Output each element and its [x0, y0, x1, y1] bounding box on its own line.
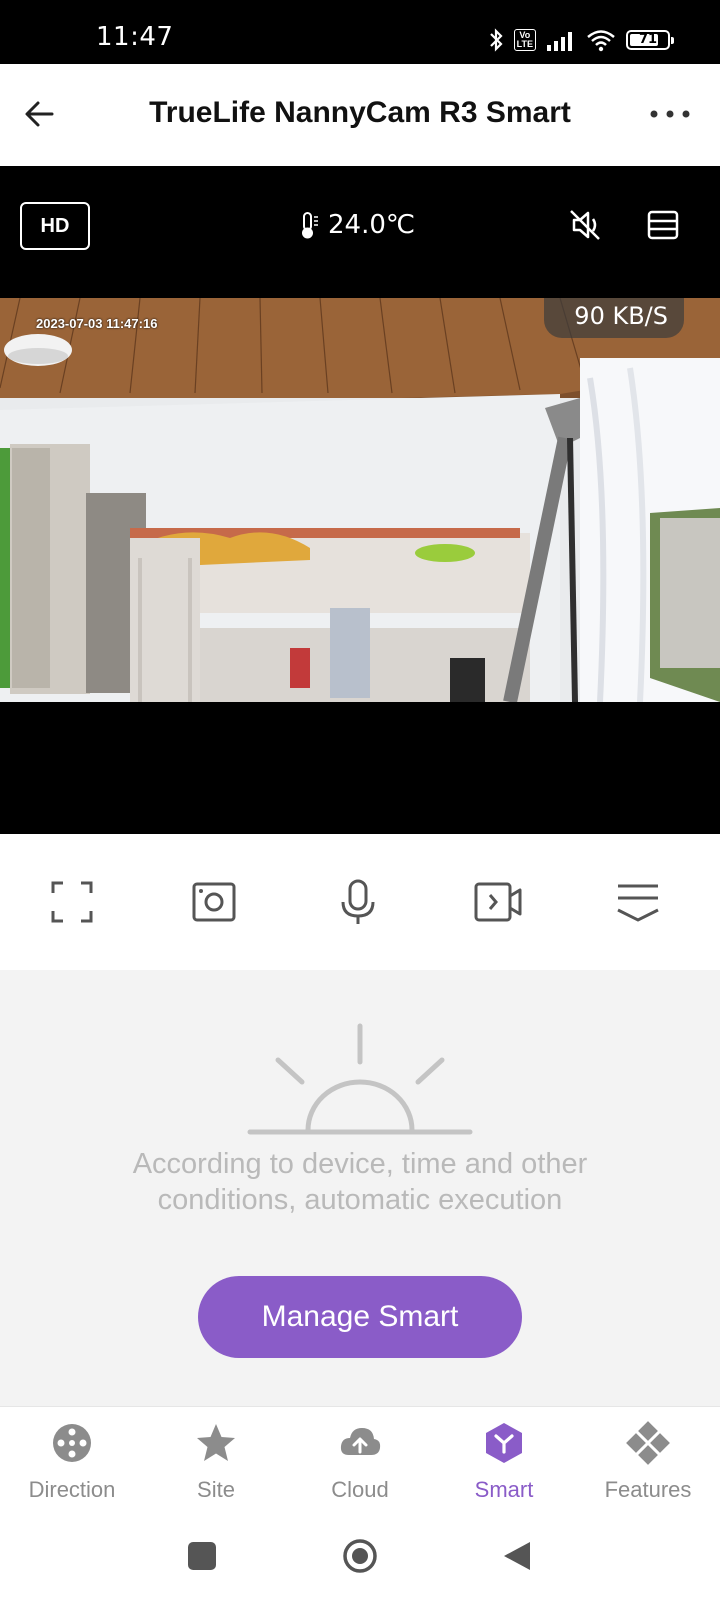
home-icon[interactable] — [342, 1538, 378, 1574]
thermometer-icon — [302, 212, 318, 239]
tab-label: Direction — [28, 1477, 116, 1502]
camera-controls — [0, 834, 720, 970]
features-grid-icon — [626, 1421, 670, 1465]
layout-toggle-icon[interactable] — [644, 206, 682, 244]
manage-smart-button[interactable]: Manage Smart — [198, 1276, 522, 1358]
speaker-muted-icon[interactable] — [566, 206, 604, 244]
joystick-icon — [53, 1424, 91, 1462]
tab-smart[interactable]: Smart — [432, 1407, 576, 1516]
fullscreen-icon[interactable] — [48, 878, 96, 926]
system-nav-bar — [0, 1516, 720, 1600]
temperature-readout: 24.0℃ — [300, 210, 415, 240]
snapshot-icon[interactable] — [190, 878, 238, 926]
status-time: 11:47 — [96, 22, 174, 52]
status-icons: Vo LTE 71 — [488, 24, 674, 56]
bitrate-badge: 90 KB/S — [544, 298, 684, 338]
volte-icon: Vo LTE — [513, 29, 536, 51]
smart-hexagon-icon — [486, 1423, 522, 1463]
sunrise-icon — [247, 1023, 473, 1135]
microphone-icon[interactable] — [334, 878, 382, 926]
tab-cloud[interactable]: Cloud — [288, 1407, 432, 1516]
temperature-value: 24.0℃ — [328, 210, 416, 240]
smart-description-line1: According to device, time and other — [132, 1148, 588, 1180]
camera-feed[interactable]: 2023-07-03 11:47:16 90 KB/S — [0, 298, 720, 702]
tab-label: Smart — [474, 1477, 534, 1502]
more-options-icon[interactable] — [648, 104, 692, 124]
bluetooth-icon — [489, 28, 503, 52]
battery-level: 71 — [638, 32, 658, 47]
smart-description-line2: conditions, automatic execution — [157, 1184, 563, 1216]
tab-direction[interactable]: Direction — [0, 1407, 144, 1516]
status-bar: 11:47 Vo LTE 71 — [0, 0, 720, 64]
tab-label: Cloud — [331, 1477, 389, 1502]
battery-icon: 71 — [626, 30, 674, 50]
signal-icon — [547, 32, 572, 51]
recent-apps-icon[interactable] — [188, 1542, 216, 1570]
star-icon — [197, 1424, 235, 1461]
nav-back-icon[interactable] — [502, 1540, 532, 1572]
expand-menu-icon[interactable] — [614, 878, 662, 926]
tab-label: Features — [604, 1477, 692, 1502]
bottom-tab-bar: Direction Site Cloud Smart Features — [0, 1406, 720, 1516]
tab-features[interactable]: Features — [576, 1407, 720, 1516]
smart-panel: According to device, time and other cond… — [0, 970, 720, 1406]
record-video-icon[interactable] — [474, 878, 522, 926]
wifi-icon — [587, 30, 615, 52]
page-title: TrueLife NannyCam R3 Smart — [149, 96, 571, 129]
quality-hd-button[interactable]: HD — [20, 202, 90, 250]
app-header: TrueLife NannyCam R3 Smart — [0, 64, 720, 166]
cloud-upload-icon — [340, 1428, 381, 1455]
tab-site[interactable]: Site — [144, 1407, 288, 1516]
video-timestamp: 2023-07-03 11:47:16 — [36, 316, 158, 331]
tab-label: Site — [197, 1477, 235, 1502]
smart-description: According to device, time and other cond… — [60, 1146, 660, 1218]
video-panel: HD 24.0℃ 2023-07-03 11:47:16 90 KB/S — [0, 166, 720, 834]
